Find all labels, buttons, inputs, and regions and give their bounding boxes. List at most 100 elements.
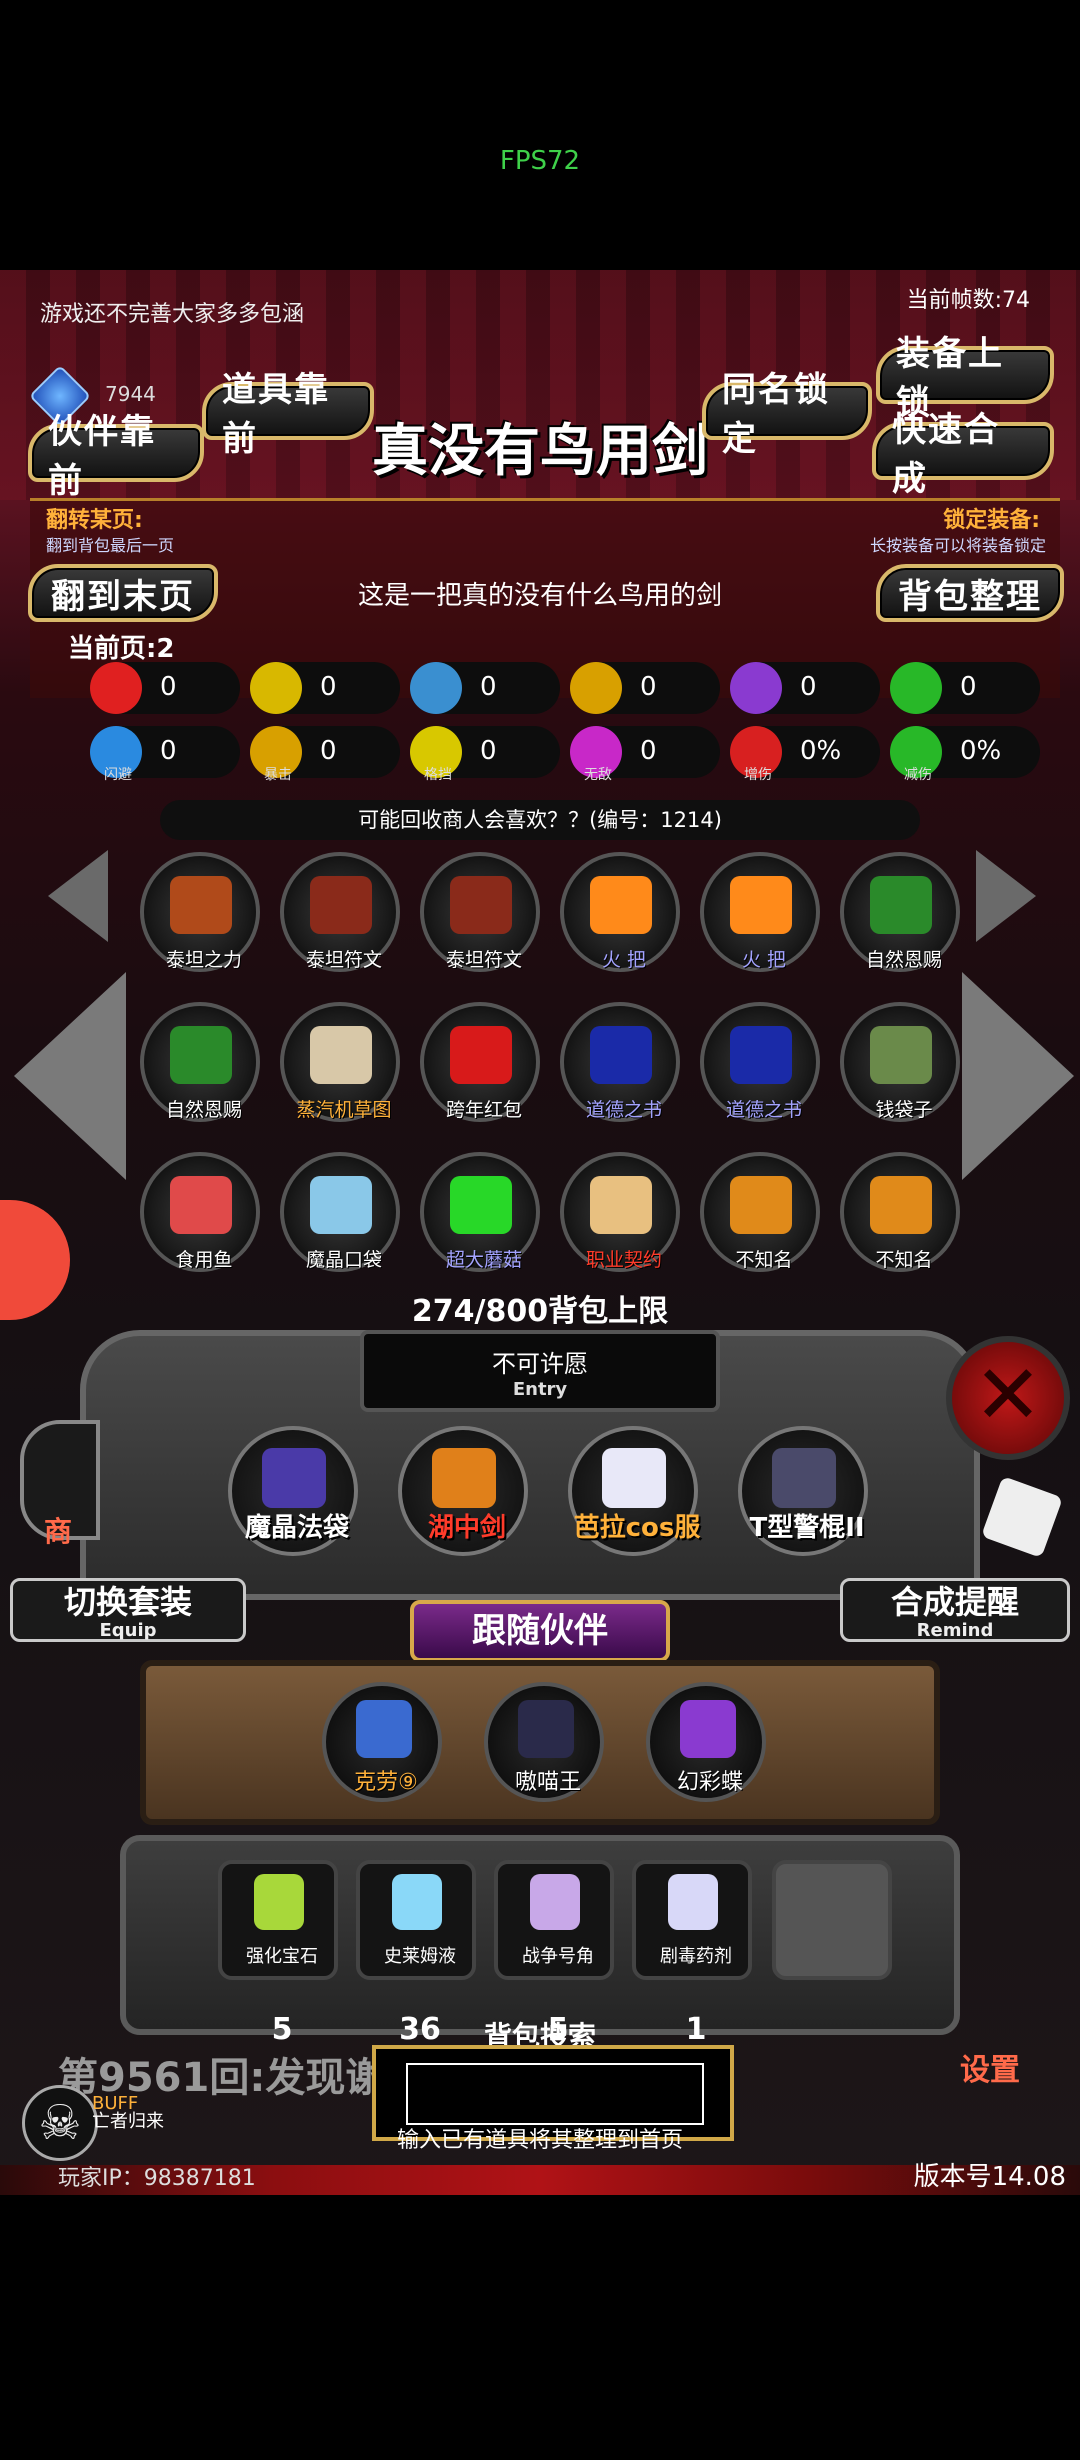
clover-icon xyxy=(890,662,942,714)
close-button[interactable]: ✕ xyxy=(946,1336,1070,1460)
inventory-slot[interactable]: 不知名 xyxy=(840,1152,960,1272)
item-front-button[interactable]: 道具靠前 xyxy=(202,370,374,459)
item-name: 职业契约 xyxy=(585,1249,662,1271)
prev-page-large-icon[interactable] xyxy=(14,972,126,1180)
partner-icon xyxy=(680,1700,736,1758)
bag-sort-button[interactable]: 背包整理 xyxy=(876,564,1064,622)
stat-caption: 无敌 xyxy=(584,767,612,783)
stat-heart: 0 xyxy=(90,662,240,714)
inventory-slot[interactable]: 自然恩赐 xyxy=(140,1002,260,1122)
stat-value: 0% xyxy=(960,736,1002,766)
stat-value: 0 xyxy=(320,736,337,766)
stat-caption: 减伤 xyxy=(904,767,932,783)
switch-set-button[interactable]: 切换套装 Equip xyxy=(10,1578,246,1642)
partner-front-button[interactable]: 伙伴靠前 xyxy=(28,412,204,501)
item-name: 不知名 xyxy=(875,1249,933,1271)
item-icon xyxy=(170,1026,232,1084)
partner-slot[interactable]: 克劳⑨ xyxy=(322,1682,442,1802)
item-name: 自然恩赐 xyxy=(865,949,942,971)
stat-caption: 闪避 xyxy=(104,767,132,783)
craft-remind-button[interactable]: 合成提醒 Remind xyxy=(840,1578,1070,1642)
equip-icon xyxy=(602,1448,666,1508)
item-icon xyxy=(170,1176,232,1234)
inventory-slot[interactable]: 魔晶口袋 xyxy=(280,1152,400,1272)
inventory-slot[interactable]: 自然恩赐 xyxy=(840,852,960,972)
inventory-slot[interactable]: 不知名 xyxy=(700,1152,820,1272)
inventory-slot[interactable]: 火 把 xyxy=(700,852,820,972)
consumable-name: 剧毒药剂 xyxy=(660,1946,732,1967)
item-name: 火 把 xyxy=(741,949,787,971)
stat-invincible: 0 无敌 xyxy=(570,726,720,783)
equip-lock-button[interactable]: 装备上锁 xyxy=(876,334,1054,423)
consumable-slot[interactable]: 剧毒药剂 1 xyxy=(632,1860,752,2047)
stat-value: 0 xyxy=(160,736,177,766)
stat-block: 0 格挡 xyxy=(410,726,560,783)
item-name: 魔晶口袋 xyxy=(305,1249,382,1271)
inventory-slot[interactable]: 钱袋子 xyxy=(840,1002,960,1122)
same-name-lock-button[interactable]: 同名锁定 xyxy=(702,370,872,459)
inventory-slot[interactable]: 道德之书 xyxy=(560,1002,680,1122)
item-name: 泰坦符文 xyxy=(305,949,382,971)
inventory-slot[interactable]: 食用鱼 xyxy=(140,1152,260,1272)
inventory-slot[interactable]: 跨年红包 xyxy=(420,1002,540,1122)
stat-value: 0 xyxy=(320,672,337,702)
lightning-icon xyxy=(730,662,782,714)
inventory-slot[interactable]: 泰坦符文 xyxy=(280,852,400,972)
to-last-page-button[interactable]: 翻到末页 xyxy=(28,564,218,622)
partner-slot[interactable]: 嗷喵王 xyxy=(484,1682,604,1802)
inventory-slot[interactable]: 超大蘑菇 xyxy=(420,1152,540,1272)
item-icon xyxy=(870,876,932,934)
equipped-slot[interactable]: 湖中剑 xyxy=(398,1426,528,1556)
partner-icon xyxy=(518,1700,574,1758)
item-name: 道德之书 xyxy=(585,1099,662,1121)
inventory-slot[interactable]: 道德之书 xyxy=(700,1002,820,1122)
equip-name: T型警棍II xyxy=(749,1513,865,1543)
notice-text: 游戏还不完善大家多多包涵 xyxy=(40,302,305,327)
settings-button[interactable]: 设置 xyxy=(960,2045,1020,2089)
consumable-name: 战争号角 xyxy=(522,1946,594,1967)
equipped-slot[interactable]: T型警棍II xyxy=(738,1426,868,1556)
partner-slot[interactable]: 幻彩蝶 xyxy=(646,1682,766,1802)
lock-equip-hint: 长按装备可以将装备锁定 xyxy=(869,536,1046,555)
item-icon xyxy=(870,1026,932,1084)
stat-value: 0 xyxy=(640,736,657,766)
entry-box[interactable]: 不可许愿 Entry xyxy=(360,1330,720,1412)
flip-page-label: 翻转某页: xyxy=(46,508,143,533)
item-name: 火 把 xyxy=(601,949,647,971)
stat-value: 0 xyxy=(960,672,977,702)
search-hint: 输入已有道具将其整理到首页 xyxy=(396,2128,683,2153)
item-icon xyxy=(310,1176,372,1234)
stat-crit: 0 暴击 xyxy=(250,726,400,783)
consumable-icon xyxy=(530,1874,580,1930)
next-page-large-icon[interactable] xyxy=(962,972,1074,1180)
switch-set-sub: Equip xyxy=(99,1620,157,1641)
consumable-name: 强化宝石 xyxy=(246,1946,318,1967)
consumable-slot[interactable]: 战争号角 5 xyxy=(494,1860,614,2047)
dice-icon[interactable] xyxy=(980,1475,1064,1559)
search-input[interactable] xyxy=(406,2063,704,2125)
equipped-slot[interactable]: 芭拉cos服 xyxy=(568,1426,700,1556)
inventory-slot[interactable]: 职业契约 xyxy=(560,1152,680,1272)
craft-remind-label: 合成提醒 xyxy=(890,1583,1019,1621)
next-page-small-icon[interactable] xyxy=(976,850,1036,942)
equipped-slot[interactable]: 魔晶法袋 xyxy=(228,1426,358,1556)
consumable-icon xyxy=(392,1874,442,1930)
stat-lightning: 0 xyxy=(730,662,880,714)
stat-value: 0 xyxy=(640,672,657,702)
inventory-slot[interactable]: 蒸汽机草图 xyxy=(280,1002,400,1122)
armor-icon xyxy=(250,662,302,714)
empty-consumable-slot[interactable] xyxy=(772,1860,892,1980)
sword-icon xyxy=(570,662,622,714)
inventory-slot[interactable]: 火 把 xyxy=(560,852,680,972)
consumable-slot[interactable]: 强化宝石 5 xyxy=(218,1860,338,2047)
quick-craft-button[interactable]: 快速合成 xyxy=(872,410,1054,499)
stat-armor: 0 xyxy=(250,662,400,714)
prev-page-small-icon[interactable] xyxy=(48,850,108,942)
consumable-slot[interactable]: 史莱姆液 36 xyxy=(356,1860,476,2047)
item-icon xyxy=(730,1176,792,1234)
item-title: 真没有鸟用剑 xyxy=(372,419,708,484)
inventory-slot[interactable]: 泰坦之力 xyxy=(140,852,260,972)
inventory-slot[interactable]: 泰坦符文 xyxy=(420,852,540,972)
shop-label[interactable]: 商 xyxy=(44,1510,72,1550)
stat-caption: 格挡 xyxy=(424,767,452,783)
